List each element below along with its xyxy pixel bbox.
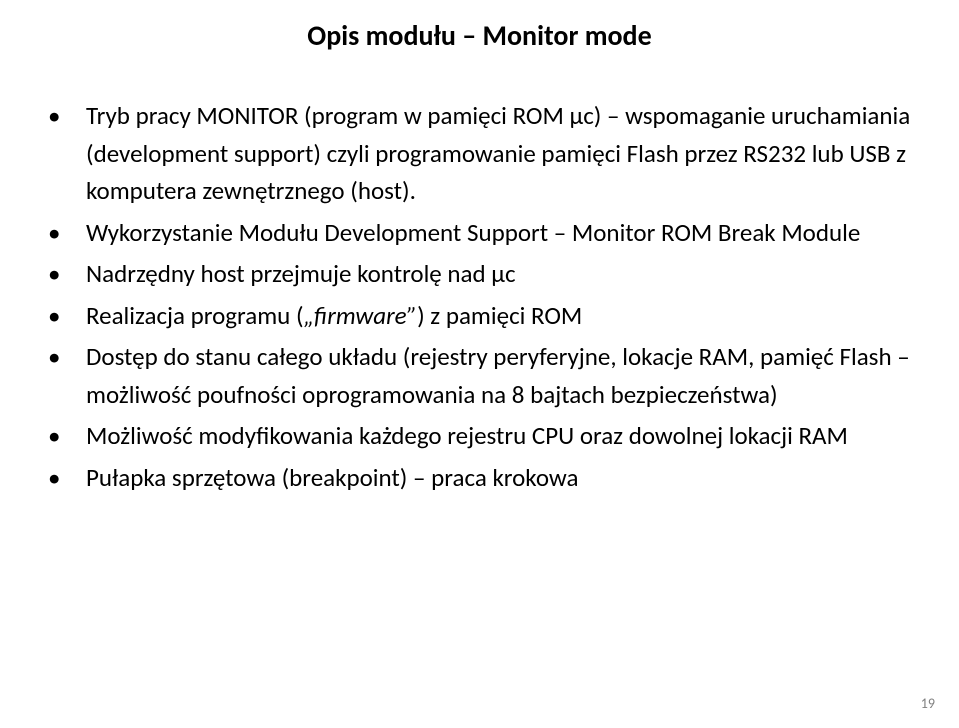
list-item: Dostęp do stanu całego układu (rejestry … xyxy=(48,338,911,413)
bullet-list: Tryb pracy MONITOR (program w pamięci RO… xyxy=(48,97,911,496)
list-item: Tryb pracy MONITOR (program w pamięci RO… xyxy=(48,97,911,210)
list-item-text-pre: Realizacja programu ( xyxy=(86,300,304,331)
slide-page: Opis modułu – Monitor mode Tryb pracy MO… xyxy=(0,0,959,728)
list-item: Nadrzędny host przejmuje kontrolę nad μc xyxy=(48,255,911,293)
list-item: Wykorzystanie Modułu Development Support… xyxy=(48,214,911,252)
page-number: 19 xyxy=(921,695,935,712)
list-item: Pułapka sprzętowa (breakpoint) – praca k… xyxy=(48,459,911,497)
list-item-text-post: ) z pamięci ROM xyxy=(417,300,582,331)
slide-title: Opis modułu – Monitor mode xyxy=(48,18,911,53)
list-item: Możliwość modyfikowania każdego rejestru… xyxy=(48,417,911,455)
list-item: Realizacja programu („firmware”) z pamię… xyxy=(48,297,911,335)
list-item-italic: „firmware” xyxy=(304,300,418,331)
